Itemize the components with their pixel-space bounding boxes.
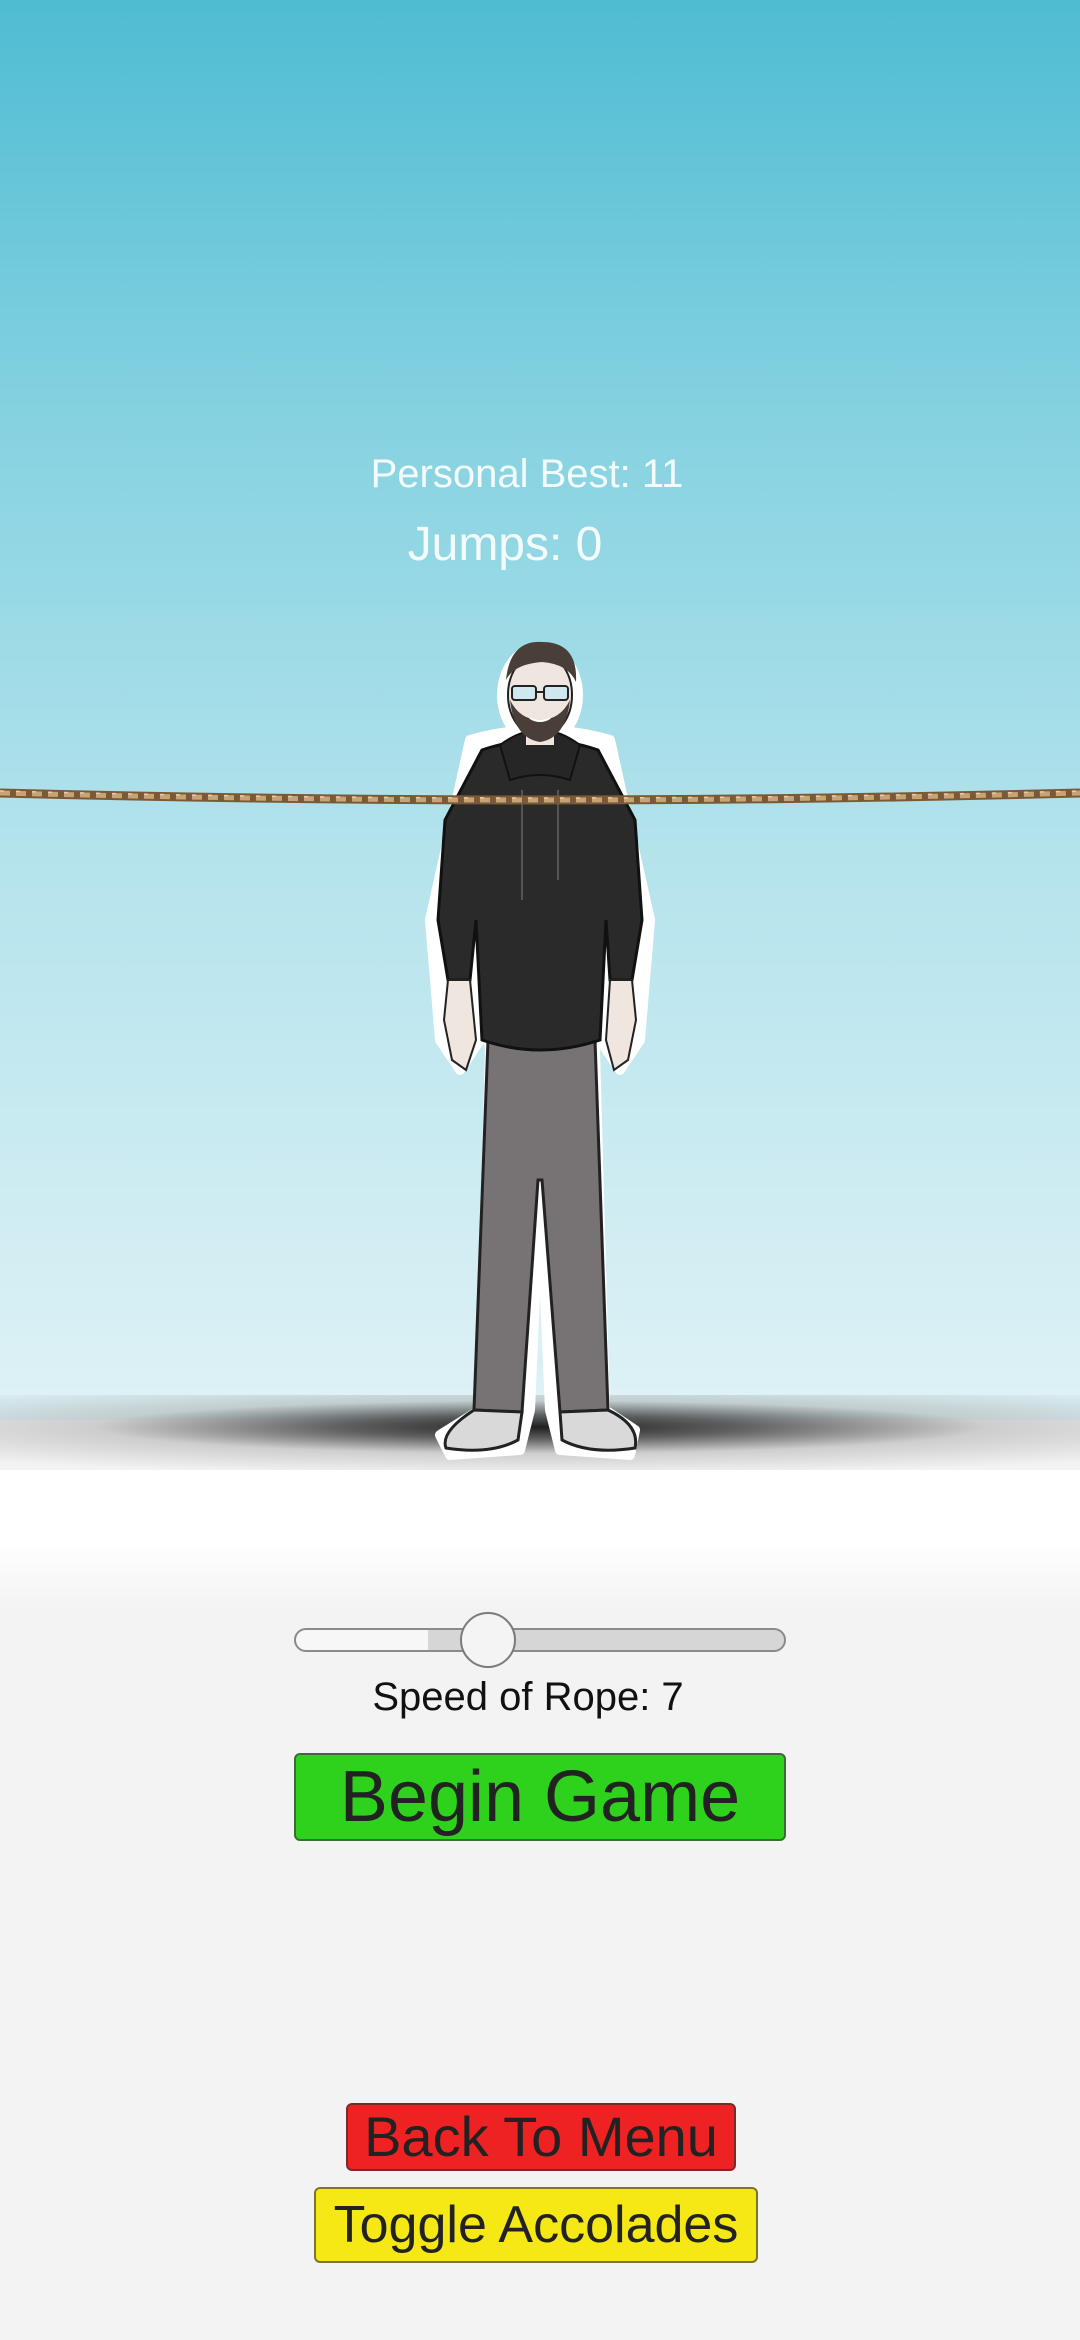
jumper-character	[425, 641, 655, 1460]
jump-rope	[0, 788, 1080, 805]
begin-game-button[interactable]: Begin Game	[294, 1753, 786, 1841]
rope-speed-slider-track[interactable]	[294, 1628, 786, 1652]
jumps-counter: Jumps: 0	[407, 518, 603, 571]
back-to-menu-button[interactable]: Back To Menu	[346, 2103, 736, 2171]
personal-best-text: Personal Best: 11	[370, 452, 684, 496]
rope-speed-label: Speed of Rope: 7	[372, 1675, 684, 1719]
ground	[0, 1470, 1080, 1610]
game-stage: Personal Best: 11 Jumps: 0 Speed of Rope…	[0, 0, 1080, 2340]
rope-speed-slider-thumb[interactable]	[460, 1612, 516, 1668]
toggle-accolades-button[interactable]: Toggle Accolades	[314, 2187, 758, 2263]
